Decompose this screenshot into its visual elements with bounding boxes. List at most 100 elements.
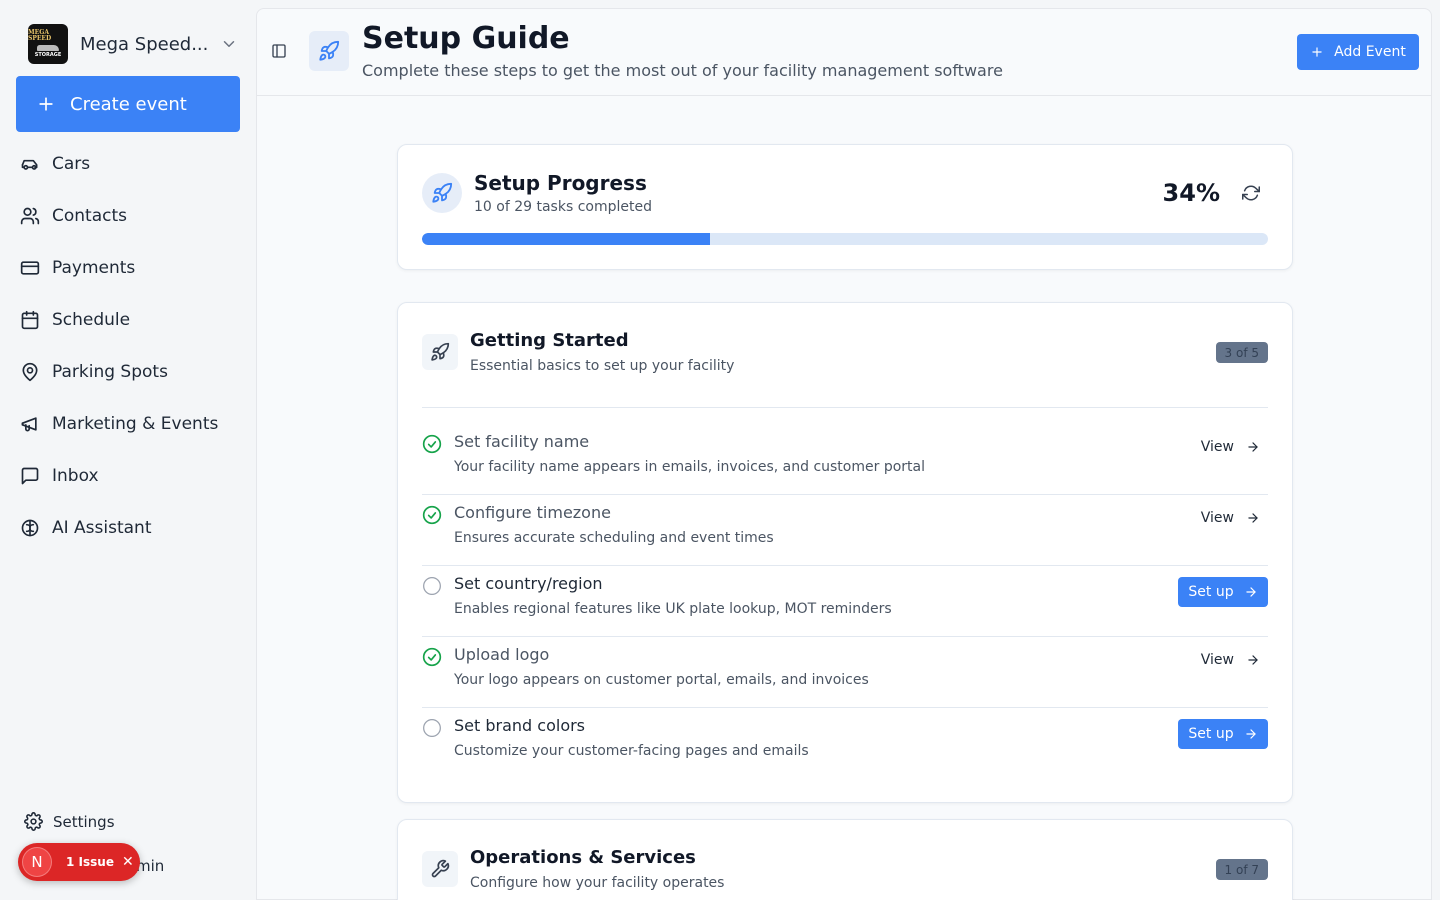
create-event-label: Create event — [70, 93, 187, 115]
progress-subtitle: 10 of 29 tasks completed — [474, 199, 652, 215]
sidebar-item-label: Contacts — [52, 206, 127, 226]
empty-circle-icon — [423, 577, 441, 595]
refresh-icon[interactable] — [1242, 184, 1260, 202]
car-icon — [21, 159, 38, 170]
task-title: Upload logo — [454, 645, 550, 664]
task-row: Set country/region Enables regional featu… — [422, 566, 1268, 637]
issue-avatar: N — [22, 847, 52, 877]
org-name: Mega Speed... — [80, 33, 209, 55]
arrow-right-icon — [1245, 587, 1256, 597]
chevron-down-icon — [223, 41, 235, 47]
page-subtitle: Complete these steps to get the most out… — [362, 61, 1003, 80]
megaphone-icon — [21, 417, 37, 432]
section-subtitle: Essential basics to set up your facility — [470, 358, 735, 374]
section-divider — [422, 407, 1268, 408]
sidebar-item-label: Cars — [52, 154, 91, 174]
users-icon — [20, 207, 40, 225]
setup-button[interactable]: Set up — [1178, 719, 1268, 749]
sidebar-item-schedule[interactable]: Schedule — [0, 294, 256, 346]
section-progress-badge: 3 of 5 — [1215, 342, 1268, 363]
progress-percent: 34% — [1162, 179, 1220, 207]
sidebar-item-settings[interactable]: Settings — [24, 812, 115, 831]
main-content: Setup Guide Complete these steps to get … — [256, 8, 1432, 900]
sidebar-item-contacts[interactable]: Contacts — [0, 190, 256, 242]
check-circle-icon — [422, 647, 442, 667]
arrow-right-icon — [1248, 442, 1258, 452]
task-description: Your logo appears on customer portal, em… — [454, 672, 869, 688]
task-row: Configure timezone Ensures accurate sched… — [422, 495, 1268, 566]
task-title: Set brand colors — [454, 716, 586, 735]
section-progress-badge: 1 of 7 — [1215, 859, 1268, 880]
section-operations-services: Operations & Services Configure how your… — [397, 819, 1293, 900]
sidebar-item-label: Schedule — [52, 310, 131, 330]
task-description: Your facility name appears in emails, in… — [454, 459, 925, 475]
view-button[interactable]: View — [1201, 507, 1260, 529]
wrench-icon — [422, 851, 458, 887]
plus-icon — [1312, 47, 1322, 57]
task-row: Upload logo Your logo appears on customer… — [422, 637, 1268, 708]
progress-title: Setup Progress — [474, 171, 647, 195]
task-title: Configure timezone — [454, 503, 611, 522]
calendar-icon — [21, 310, 39, 330]
rocket-icon — [422, 173, 462, 213]
rocket-icon — [422, 334, 458, 370]
view-button[interactable]: View — [1201, 649, 1260, 671]
issue-count: 1 Issue — [66, 855, 114, 869]
task-list: Set facility name Your facility name appe… — [422, 424, 1268, 779]
section-getting-started: Getting Started Essential basics to set … — [397, 302, 1293, 803]
map-pin-icon — [22, 362, 38, 382]
rocket-icon — [309, 31, 349, 71]
sidebar-item-label: Marketing & Events — [52, 414, 219, 434]
sidebar-nav: Cars Contacts Payments Schedule Parking … — [0, 138, 256, 554]
sidebar-item-ai-assistant[interactable]: AI Assistant — [0, 502, 256, 554]
credit-card-icon — [20, 261, 40, 275]
message-square-icon — [21, 467, 39, 485]
check-circle-icon — [422, 505, 442, 525]
settings-label: Settings — [53, 812, 115, 831]
task-description: Enables regional features like UK plate … — [454, 601, 892, 617]
sidebar-item-label: Parking Spots — [52, 362, 168, 382]
sidebar-item-label: Inbox — [52, 466, 99, 486]
plus-icon — [39, 97, 53, 111]
setup-progress-card: Setup Progress 10 of 29 tasks completed … — [397, 144, 1293, 270]
arrow-right-icon — [1245, 729, 1256, 739]
sidebar-item-inbox[interactable]: Inbox — [0, 450, 256, 502]
brain-icon — [21, 519, 39, 537]
task-title: Set country/region — [454, 574, 603, 593]
close-icon[interactable]: ✕ — [122, 854, 134, 870]
progress-bar — [422, 233, 1268, 245]
sidebar: MEGA SPEED STORAGE Mega Speed... Create … — [0, 0, 256, 900]
task-row: Set facility name Your facility name appe… — [422, 424, 1268, 495]
view-button[interactable]: View — [1201, 436, 1260, 458]
section-title: Getting Started — [470, 330, 629, 351]
section-subtitle: Configure how your facility operates — [470, 875, 725, 891]
issue-badge[interactable]: N 1 Issue ✕ — [18, 843, 140, 881]
empty-circle-icon — [423, 719, 441, 737]
section-title: Operations & Services — [470, 847, 696, 868]
task-description: Customize your customer-facing pages and… — [454, 743, 809, 759]
sidebar-item-marketing-events[interactable]: Marketing & Events — [0, 398, 256, 450]
sidebar-item-parking-spots[interactable]: Parking Spots — [0, 346, 256, 398]
page-title: Setup Guide — [362, 21, 570, 56]
arrow-right-icon — [1248, 655, 1258, 665]
org-switcher[interactable]: MEGA SPEED STORAGE Mega Speed... — [28, 24, 238, 64]
gear-icon — [24, 812, 43, 831]
add-event-label: Add Event — [1334, 44, 1406, 60]
sidebar-item-label: AI Assistant — [52, 518, 152, 538]
add-event-button[interactable]: Add Event — [1297, 34, 1419, 70]
user-name[interactable]: min — [136, 857, 164, 875]
progress-bar-fill — [422, 233, 710, 245]
sidebar-item-label: Payments — [52, 258, 136, 278]
setup-button[interactable]: Set up — [1178, 577, 1268, 607]
create-event-button[interactable]: Create event — [16, 76, 240, 132]
check-circle-icon — [422, 434, 442, 454]
arrow-right-icon — [1248, 513, 1258, 523]
sidebar-toggle-icon[interactable] — [271, 43, 287, 59]
task-description: Ensures accurate scheduling and event ti… — [454, 530, 774, 546]
task-row: Set brand colors Customize your customer-… — [422, 708, 1268, 779]
page-header: Setup Guide Complete these steps to get … — [257, 9, 1431, 96]
org-logo: MEGA SPEED STORAGE — [28, 24, 68, 64]
sidebar-item-payments[interactable]: Payments — [0, 242, 256, 294]
task-title: Set facility name — [454, 432, 590, 451]
sidebar-item-cars[interactable]: Cars — [0, 138, 256, 190]
